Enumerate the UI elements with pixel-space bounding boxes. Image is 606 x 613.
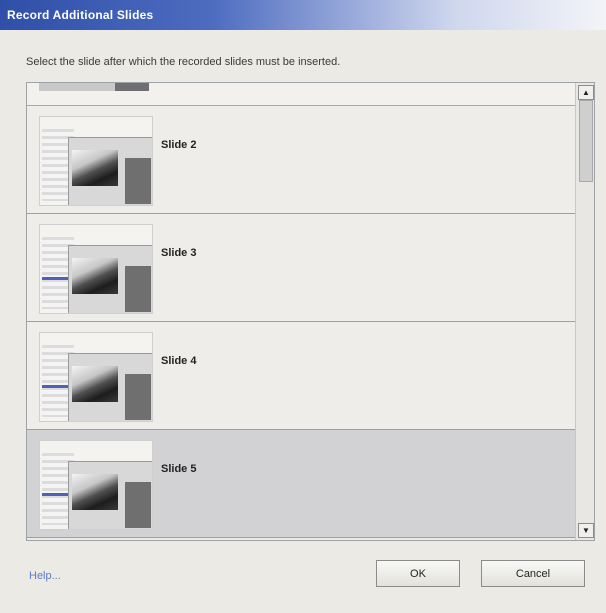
slide-label: Slide 4	[161, 355, 197, 367]
slide-label: Slide 2	[161, 139, 197, 151]
scroll-down-arrow-icon[interactable]: ▼	[578, 523, 594, 538]
window-title: Record Additional Slides	[7, 8, 154, 22]
slide-thumbnail	[39, 116, 153, 206]
slide-row-2[interactable]: Slide 2	[27, 106, 576, 214]
slide-thumbnail	[39, 332, 153, 422]
slide-list-viewport: Slide 2 Slide 3 Slide 4 Slide 5	[27, 83, 576, 540]
slide-thumbnail	[39, 83, 149, 91]
help-link[interactable]: Help...	[29, 570, 61, 582]
slide-row-4[interactable]: Slide 4	[27, 322, 576, 430]
slide-row-5[interactable]: Slide 5	[27, 430, 576, 538]
scroll-up-arrow-icon[interactable]: ▲	[578, 85, 594, 100]
slide-label: Slide 5	[161, 463, 197, 475]
slide-list[interactable]: Slide 2 Slide 3 Slide 4 Slide 5 ▲ ▼	[26, 82, 595, 541]
slide-thumbnail	[39, 440, 153, 530]
record-additional-slides-dialog: Record Additional Slides Select the slid…	[0, 0, 606, 613]
instruction-text: Select the slide after which the recorde…	[26, 56, 341, 68]
scroll-thumb[interactable]	[579, 100, 593, 182]
slide-row-3[interactable]: Slide 3	[27, 214, 576, 322]
title-bar[interactable]: Record Additional Slides	[0, 0, 606, 30]
slide-row-partial[interactable]	[27, 83, 576, 106]
ok-button[interactable]: OK	[376, 560, 460, 587]
vertical-scrollbar[interactable]: ▲ ▼	[575, 83, 594, 540]
slide-thumbnail	[39, 224, 153, 314]
cancel-button[interactable]: Cancel	[481, 560, 585, 587]
slide-label: Slide 3	[161, 247, 197, 259]
